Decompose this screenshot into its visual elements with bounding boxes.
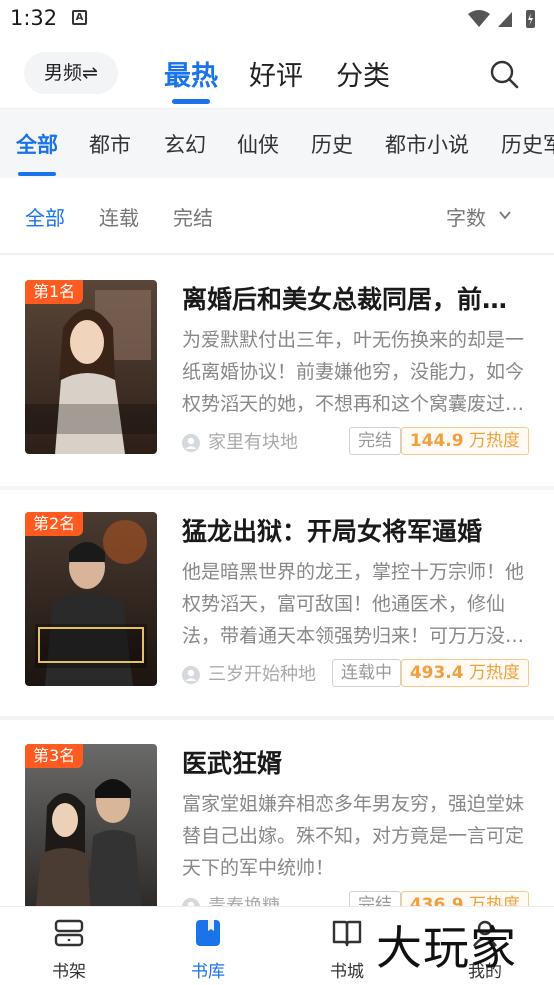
- book-description: 他是暗黑世界的龙王，掌控十万宗师！他权势滔天，富可敌国！他通医术，修仙法，带着通…: [182, 561, 525, 647]
- nav-library[interactable]: 书库: [148, 907, 268, 985]
- chevron-down-icon[interactable]: [498, 208, 512, 222]
- rank-badge: 第2名: [25, 512, 84, 536]
- book-open-icon: [332, 920, 362, 947]
- signal-icon: [498, 12, 512, 27]
- cover-image: [25, 744, 157, 918]
- library-icon: [196, 920, 220, 946]
- heat-badge: 493.4 万热度: [400, 659, 529, 687]
- book-item[interactable]: 第2名 猛龙出狱：开局女将军逼婚 他是暗黑世界的龙王，掌控十万宗师！他权势滔天，…: [0, 486, 554, 718]
- status-badge: 完结: [349, 427, 401, 455]
- status-badge: 连载中: [332, 659, 401, 687]
- heat-value: 493.4: [409, 663, 464, 683]
- category-all[interactable]: 全部: [16, 129, 58, 159]
- rank-badge: 第3名: [25, 744, 84, 768]
- status-bar: 1:32 A: [0, 0, 554, 40]
- cover-image: [25, 512, 157, 686]
- author-avatar-icon: [182, 666, 200, 684]
- category-military[interactable]: 历史军: [501, 129, 554, 159]
- book-title[interactable]: 医武狂婿: [182, 744, 527, 780]
- category-history[interactable]: 历史: [311, 129, 353, 159]
- watermark-logo: 大玩家: [376, 921, 517, 975]
- sort-dropdown[interactable]: 字数: [446, 202, 486, 231]
- book-item[interactable]: 第1名 离婚后和美女总裁同居，前妻后悔了 为爱默默付出三年，叶无伤换来的却是一纸…: [0, 254, 554, 486]
- heat-value: 144.9: [409, 431, 464, 451]
- category-urban[interactable]: 都市: [89, 129, 131, 159]
- book-cover[interactable]: 第1名: [25, 280, 157, 454]
- heat-unit: 万热度: [463, 663, 520, 683]
- cover-image: [25, 280, 157, 454]
- bookshelf-icon: [54, 919, 84, 947]
- filter-finished[interactable]: 完结: [173, 202, 213, 231]
- filter-serializing[interactable]: 连载: [99, 202, 139, 231]
- wifi-icon: [468, 10, 490, 27]
- tab-category[interactable]: 分类: [336, 54, 390, 93]
- nav-label: 书架: [52, 962, 86, 982]
- heat-unit: 万热度: [463, 431, 520, 451]
- category-bar: 全部 都市 玄幻 仙侠 历史 都市小说 历史军: [0, 108, 554, 178]
- book-title[interactable]: 猛龙出狱：开局女将军逼婚: [182, 512, 527, 548]
- author-avatar-icon: [182, 434, 200, 452]
- tab-hot[interactable]: 最热: [164, 54, 218, 93]
- book-cover[interactable]: 第3名: [25, 744, 157, 918]
- category-xianxia[interactable]: 仙侠: [237, 129, 279, 159]
- notification-icon: A: [72, 10, 87, 25]
- book-description: 富家堂姐嫌弃相恋多年男友穷，强迫堂妹替自己出嫁。殊不知，对方竟是一言可定天下的军…: [182, 793, 525, 879]
- rank-badge: 第1名: [25, 280, 84, 304]
- status-icons: [468, 10, 535, 28]
- book-description: 为爱默默付出三年，叶无伤换来的却是一纸离婚协议！前妻嫌他穷，没能力，如今权势滔天…: [182, 329, 525, 415]
- status-time: 1:32: [10, 6, 58, 30]
- author-name: 家里有块地: [208, 432, 298, 453]
- tab-indicator: [172, 99, 210, 104]
- nav-label: 书库: [191, 962, 225, 982]
- filter-bar: 全部 连载 完结 字数: [0, 178, 554, 254]
- search-icon[interactable]: [488, 58, 520, 90]
- author-name: 三岁开始种地: [208, 664, 316, 685]
- gender-toggle-button[interactable]: 男频⇌: [24, 52, 118, 94]
- category-urban-novel[interactable]: 都市小说: [385, 129, 469, 159]
- top-bar: 男频⇌ 最热 好评 分类: [0, 40, 554, 108]
- book-cover[interactable]: 第2名: [25, 512, 157, 686]
- filter-all[interactable]: 全部: [25, 202, 65, 231]
- tab-rated[interactable]: 好评: [249, 54, 303, 93]
- nav-bookshelf[interactable]: 书架: [9, 907, 129, 985]
- book-title[interactable]: 离婚后和美女总裁同居，前妻后悔了: [182, 280, 527, 316]
- category-fantasy[interactable]: 玄幻: [164, 129, 206, 159]
- category-indicator: [18, 172, 56, 176]
- heat-badge: 144.9 万热度: [400, 427, 529, 455]
